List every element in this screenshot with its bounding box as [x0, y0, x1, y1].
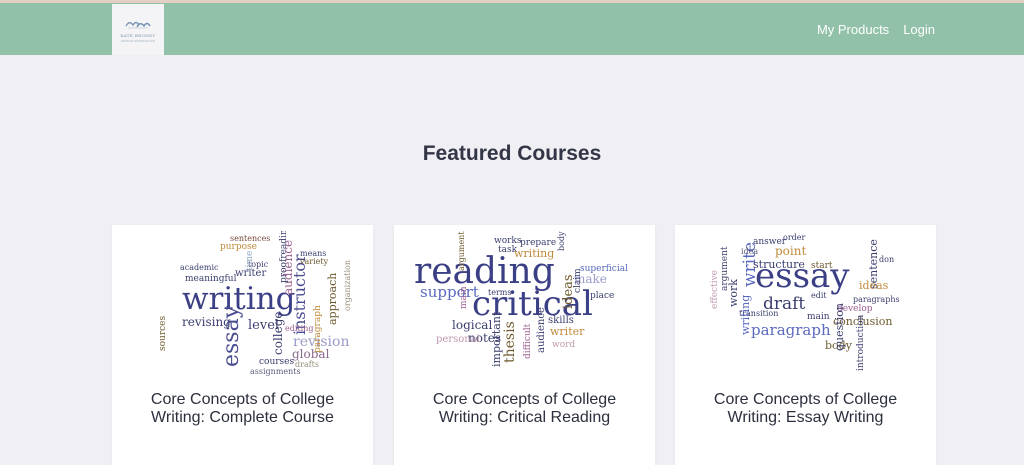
svg-text:paragraph: paragraph — [751, 321, 831, 339]
svg-text:paragraph: paragraph — [313, 305, 323, 353]
logo-birds-icon — [125, 21, 151, 28]
course-title[interactable]: Core Concepts of College Writing: Essay … — [685, 391, 926, 427]
svg-text:paragraphs: paragraphs — [853, 295, 900, 304]
svg-text:personal: personal — [436, 334, 480, 345]
svg-text:revising: revising — [182, 315, 231, 329]
svg-text:argument: argument — [457, 231, 466, 271]
svg-text:audience: audience — [536, 307, 547, 353]
svg-text:writing: writing — [739, 295, 752, 335]
featured-courses-heading: Featured Courses — [422, 142, 602, 165]
nav-login-link[interactable]: Login — [903, 22, 935, 37]
svg-text:word: word — [552, 340, 575, 350]
course-image-wordcloud[interactable]: sentences purpose writer meaningful acad… — [120, 231, 365, 381]
svg-text:superficial: superficial — [580, 264, 628, 274]
wordcloud-words: answer order point write essay structure… — [710, 233, 900, 371]
wordcloud-words: works prepare task writing reading criti… — [414, 231, 628, 367]
main-nav: My Products Login — [817, 3, 935, 55]
svg-text:main: main — [459, 286, 469, 309]
svg-text:writer: writer — [550, 325, 585, 338]
svg-text:time: time — [245, 251, 255, 271]
course-title[interactable]: Core Concepts of College Writing: Comple… — [122, 391, 363, 427]
svg-text:global: global — [292, 347, 330, 361]
svg-text:approach: approach — [326, 273, 339, 325]
svg-text:body: body — [557, 231, 566, 251]
svg-text:college: college — [271, 311, 285, 355]
svg-text:assignments: assignments — [250, 367, 301, 376]
course-image-wordcloud[interactable]: works prepare task writing reading criti… — [402, 231, 647, 381]
wordcloud-words: sentences purpose writer meaningful acad… — [158, 231, 352, 376]
svg-text:idea: idea — [741, 247, 758, 256]
svg-text:difficult: difficult — [523, 323, 533, 359]
svg-text:editing: editing — [285, 324, 313, 333]
course-card-essay-writing[interactable]: answer order point write essay structure… — [675, 225, 936, 465]
site-logo[interactable]: KATE BRONEY WRITING INSTRUCTION — [112, 4, 164, 55]
svg-text:academic: academic — [180, 263, 219, 272]
svg-text:don: don — [879, 255, 894, 264]
svg-text:courses: courses — [259, 357, 295, 367]
svg-text:question: question — [833, 303, 846, 351]
course-title[interactable]: Core Concepts of College Writing: Critic… — [404, 391, 645, 427]
svg-text:variety: variety — [299, 257, 329, 266]
svg-text:start: start — [811, 261, 833, 271]
logo-tagline: WRITING INSTRUCTION — [120, 38, 156, 43]
svg-text:claim: claim — [573, 268, 583, 293]
site-header: KATE BRONEY WRITING INSTRUCTION My Produ… — [0, 3, 1024, 55]
svg-text:ideas: ideas — [859, 279, 889, 292]
svg-text:sources: sources — [158, 315, 168, 351]
svg-text:proofreading: proofreading — [279, 231, 289, 283]
logo-name: KATE BRONEY — [120, 32, 156, 38]
svg-text:effective: effective — [710, 270, 720, 309]
nav-my-products-link[interactable]: My Products — [817, 22, 889, 37]
svg-text:terms: terms — [488, 288, 511, 297]
svg-text:support: support — [420, 283, 479, 301]
svg-text:thesis: thesis — [502, 321, 518, 363]
course-card-critical-reading[interactable]: works prepare task writing reading criti… — [394, 225, 655, 465]
svg-text:edit: edit — [811, 291, 827, 300]
svg-text:introduction: introduction — [856, 314, 866, 371]
svg-text:structure: structure — [753, 258, 805, 271]
course-image-wordcloud[interactable]: answer order point write essay structure… — [683, 231, 928, 381]
svg-text:place: place — [590, 291, 614, 301]
svg-text:argument: argument — [720, 246, 730, 291]
course-card-complete[interactable]: sentences purpose writer meaningful acad… — [112, 225, 373, 465]
svg-text:order: order — [783, 233, 805, 242]
svg-text:main: main — [807, 312, 830, 322]
svg-text:organization: organization — [343, 260, 352, 311]
svg-text:purpose: purpose — [220, 242, 257, 252]
svg-text:logical: logical — [452, 318, 492, 332]
